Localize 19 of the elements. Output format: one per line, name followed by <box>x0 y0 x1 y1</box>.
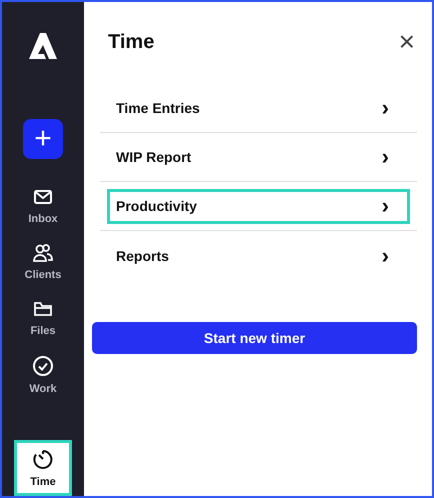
people-icon <box>32 243 54 263</box>
folder-icon <box>33 299 53 319</box>
menu-item[interactable]: Time Entries › <box>100 84 417 133</box>
check-circle-icon <box>32 355 54 377</box>
new-button[interactable]: + <box>23 119 63 159</box>
timer-icon <box>32 448 54 470</box>
sidebar-item[interactable]: Work <box>2 351 84 399</box>
sidebar-item[interactable]: Clients <box>2 239 84 285</box>
sidebar-item[interactable]: Files <box>2 295 84 341</box>
menu-item[interactable]: Reports › <box>100 231 417 280</box>
panel-title: Time <box>108 30 154 54</box>
menu-item[interactable]: WIP Report › <box>100 133 417 182</box>
sidebar-item[interactable]: Inbox <box>2 183 84 229</box>
envelope-icon <box>33 187 53 207</box>
sidebar-item[interactable]: Time <box>14 440 72 496</box>
menu-item[interactable]: Productivity › <box>100 182 417 231</box>
start-timer-button[interactable]: Start new timer <box>92 322 417 354</box>
close-button[interactable]: × <box>398 28 415 56</box>
logo-icon <box>28 31 58 61</box>
